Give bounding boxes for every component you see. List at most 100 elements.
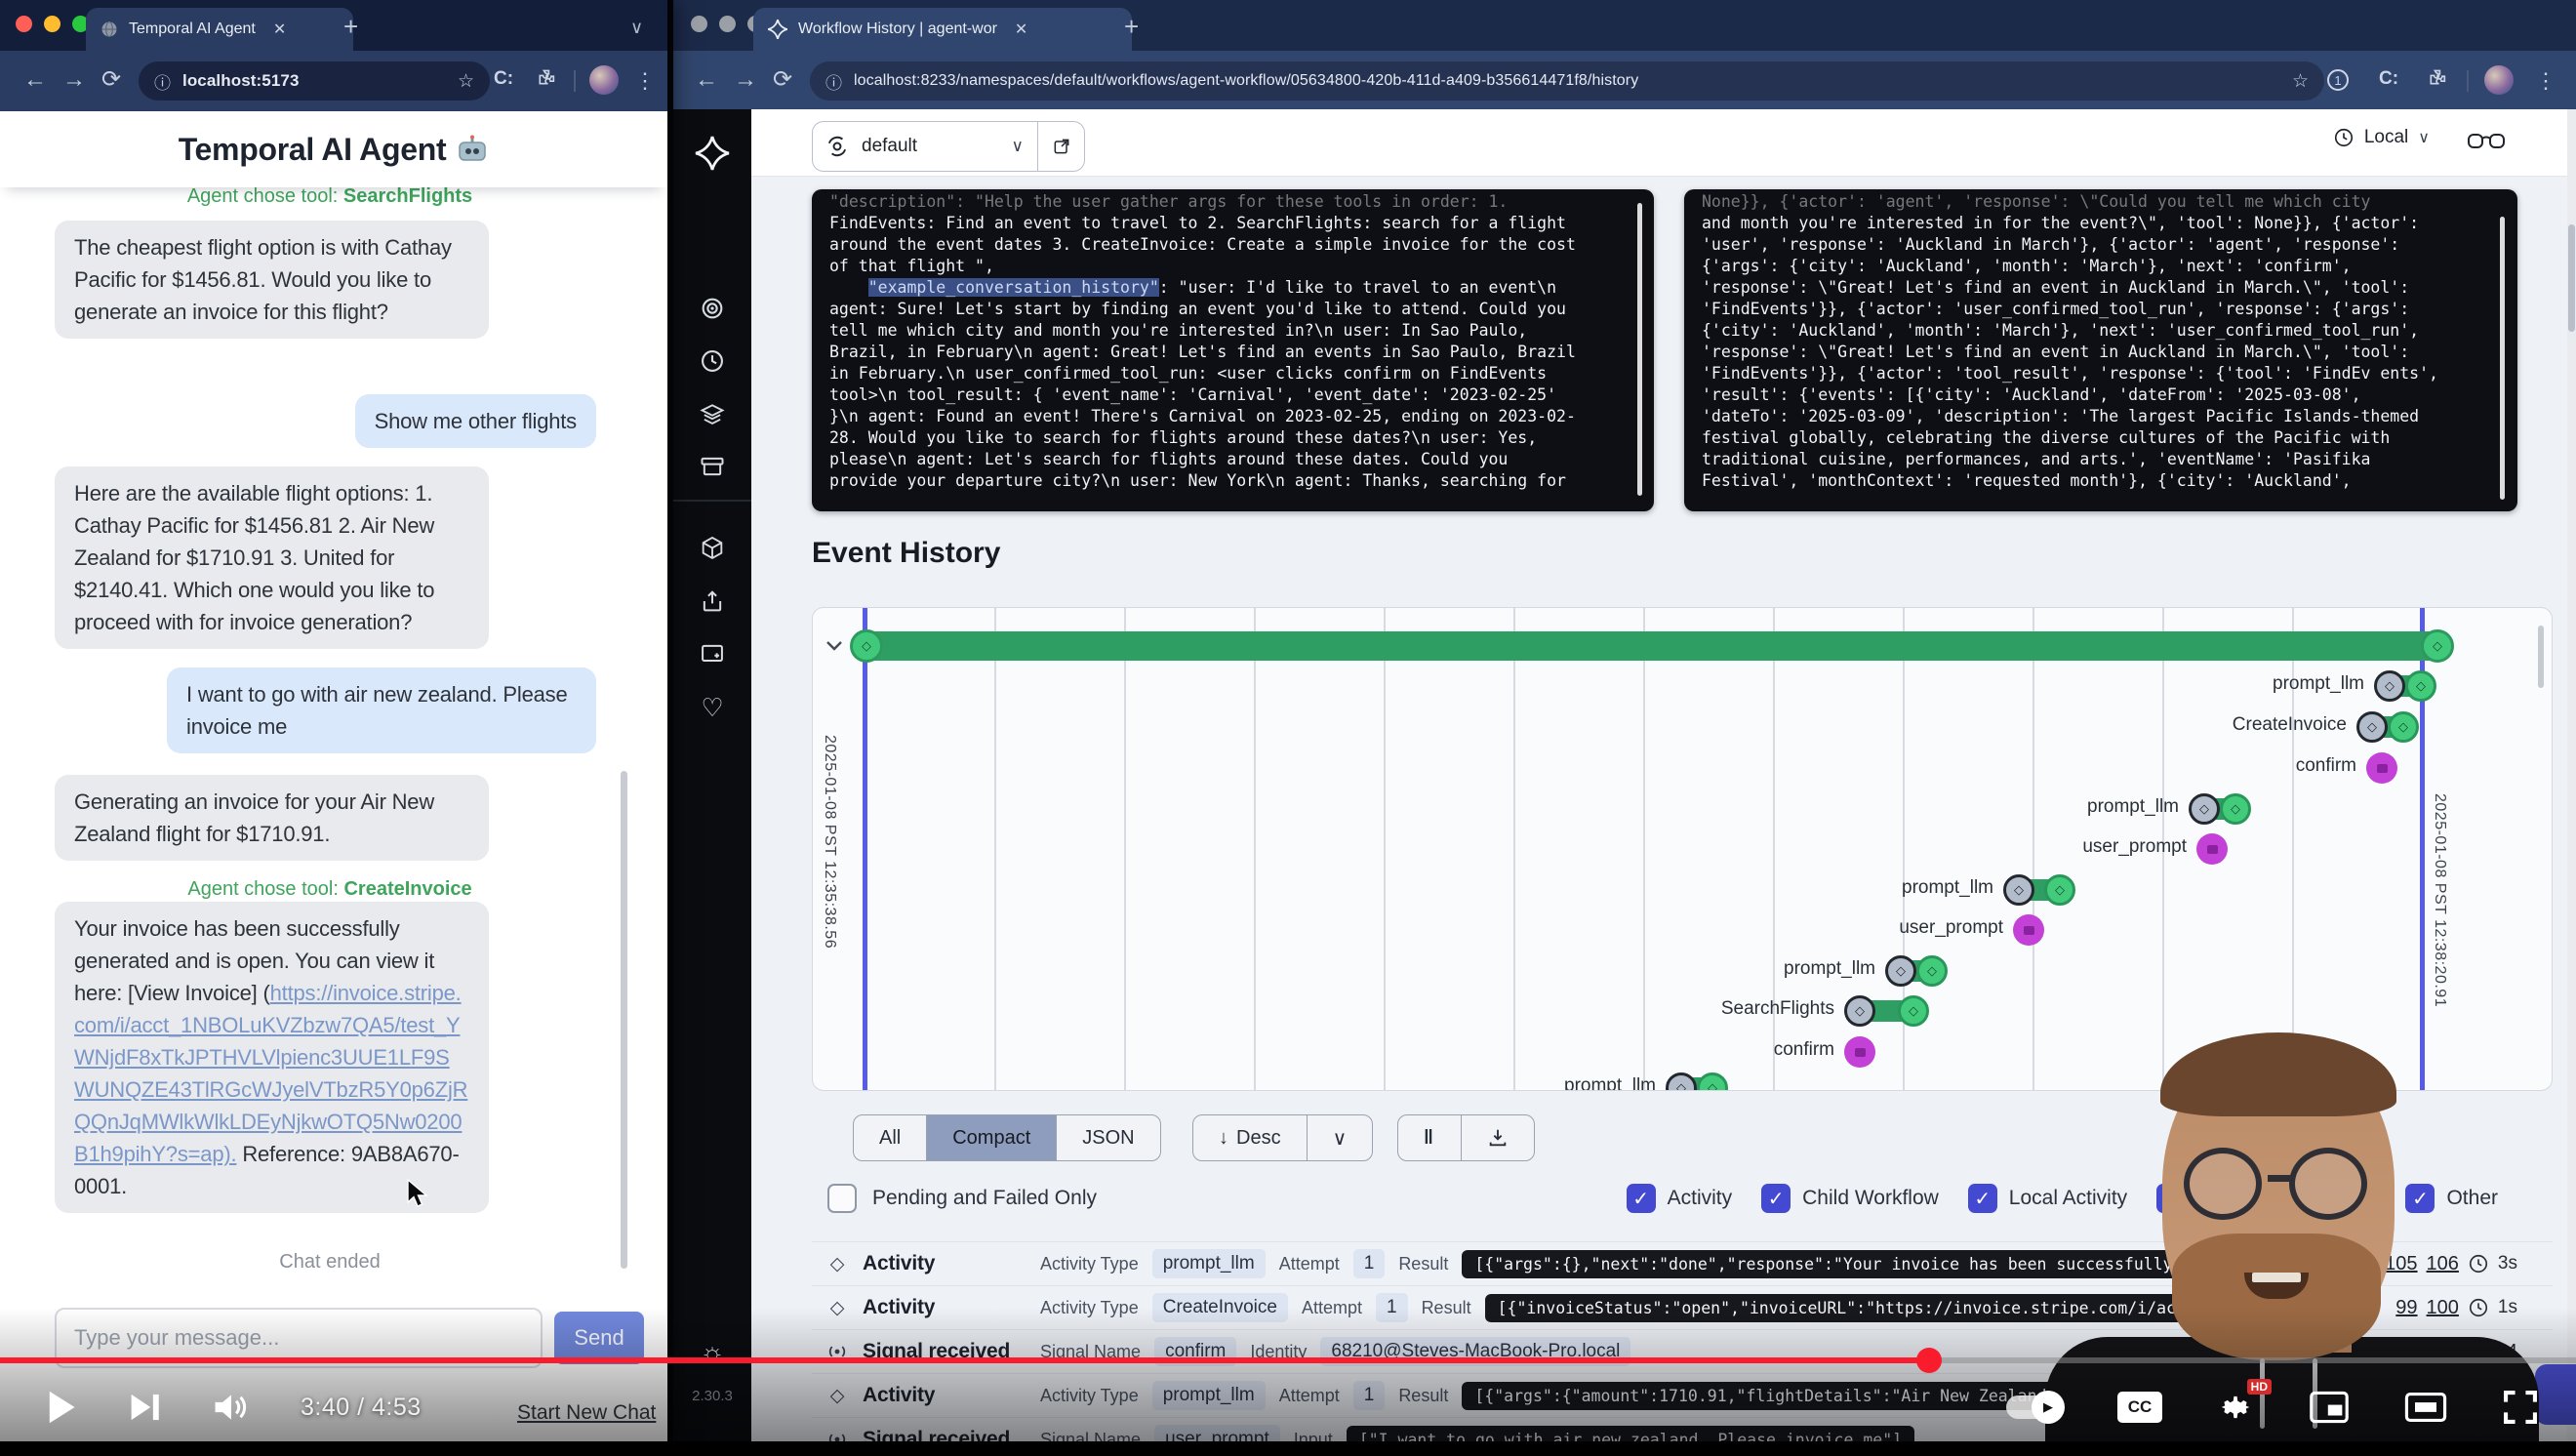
bookmark-star-icon[interactable]: ☆: [2292, 70, 2309, 93]
address-bar[interactable]: ⓘ localhost:8233/namespaces/default/work…: [810, 61, 2324, 101]
checkbox[interactable]: ✓: [1627, 1184, 1656, 1213]
view-compact-button[interactable]: Compact: [927, 1115, 1057, 1160]
extension-c-icon[interactable]: C:: [2379, 68, 2398, 90]
timeline-signal-marker[interactable]: [1844, 1036, 1875, 1068]
close-window-icon[interactable]: [16, 16, 32, 32]
sort-chevron-button[interactable]: ∨: [1308, 1115, 1373, 1160]
sort-desc-button[interactable]: ↓Desc: [1193, 1115, 1308, 1160]
workflow-result-json-panel[interactable]: None}}, {'actor': 'agent', 'response': \…: [1684, 189, 2517, 511]
page-scrollbar[interactable]: [2567, 109, 2576, 1456]
pause-events-button[interactable]: ‖: [1398, 1115, 1462, 1160]
timeline-activity-marker[interactable]: ◇: [1916, 955, 1948, 987]
timeline-activity-marker[interactable]: ◇: [1666, 1072, 1697, 1091]
labs-glasses-icon[interactable]: [2467, 129, 2506, 154]
close-tab-icon[interactable]: ✕: [1015, 20, 1027, 39]
timeline-activity-marker[interactable]: ◇: [2044, 874, 2075, 906]
profile-avatar[interactable]: [589, 65, 619, 95]
site-info-icon[interactable]: ⓘ: [825, 69, 842, 94]
back-icon[interactable]: ←: [695, 66, 718, 94]
volume-icon[interactable]: [213, 1391, 250, 1424]
timeline-activity-marker[interactable]: ◇: [1885, 955, 1916, 987]
reload-icon[interactable]: ⟳: [773, 66, 792, 94]
bookmark-star-icon[interactable]: ☆: [458, 70, 474, 93]
timeline-activity-marker[interactable]: ◇: [1844, 995, 1875, 1027]
extensions-puzzle-icon[interactable]: [537, 68, 558, 90]
new-tab-icon[interactable]: +: [343, 14, 358, 39]
collapse-timeline-icon[interactable]: [823, 633, 846, 657]
workflow-end-marker[interactable]: ◇: [2421, 629, 2454, 663]
fullscreen-icon[interactable]: [2502, 1389, 2539, 1426]
browser-menu-icon[interactable]: ⋮: [634, 68, 656, 94]
next-icon[interactable]: [129, 1391, 162, 1424]
extension-c-icon[interactable]: C:: [494, 68, 513, 90]
timeline-signal-marker[interactable]: [2196, 833, 2228, 865]
view-json-button[interactable]: JSON: [1057, 1115, 1159, 1160]
timeline-signal-marker[interactable]: [2013, 914, 2044, 946]
address-bar[interactable]: ⓘ localhost:5173 ☆: [139, 61, 490, 101]
forward-icon[interactable]: →: [734, 66, 757, 94]
miniplayer-icon[interactable]: [2309, 1391, 2350, 1424]
theme-sun-icon[interactable]: ☼: [673, 1337, 751, 1368]
timeline-scrollbar[interactable]: [2538, 626, 2544, 688]
tab-workflow-history[interactable]: Workflow History | agent-wor ✕: [753, 8, 1132, 51]
filter-child-workflow[interactable]: ✓Child Workflow: [1761, 1184, 1939, 1213]
filter-activity[interactable]: ✓Activity: [1627, 1184, 1733, 1213]
timeline-activity-marker[interactable]: ◇: [2388, 711, 2419, 743]
extensions-puzzle-icon[interactable]: [2428, 68, 2449, 90]
autoplay-toggle[interactable]: ▶: [2006, 1395, 2063, 1419]
close-window-icon[interactable]: [691, 16, 707, 32]
namespaces-cube-icon[interactable]: [673, 535, 751, 562]
minimize-window-icon[interactable]: [719, 16, 736, 32]
start-new-chat-link[interactable]: Start New Chat: [517, 1401, 656, 1425]
reload-icon[interactable]: ⟳: [101, 66, 121, 94]
namespace-selector[interactable]: default ∨: [812, 121, 1085, 172]
browser-menu-icon[interactable]: ⋮: [2535, 68, 2556, 94]
invoice-link[interactable]: https://invoice.stripe.com/i/acct_1NBOLu…: [74, 981, 467, 1166]
profile-avatar[interactable]: [2484, 65, 2514, 95]
timeline-activity-marker[interactable]: ◇: [2220, 793, 2251, 825]
view-all-button[interactable]: All: [854, 1115, 927, 1160]
tab-temporal-ai-agent[interactable]: Temporal AI Agent ✕: [86, 8, 353, 51]
back-icon[interactable]: ←: [23, 66, 47, 94]
code-scrollbar[interactable]: [1637, 203, 1642, 496]
captions-button[interactable]: CC: [2117, 1392, 2162, 1423]
timeline-activity-marker[interactable]: ◇: [2003, 874, 2034, 906]
feedback-heart-icon[interactable]: ♡: [673, 693, 751, 723]
temporal-logo-icon[interactable]: [673, 135, 751, 172]
schedules-clock-icon[interactable]: [673, 347, 751, 375]
page-scrollbar-thumb[interactable]: [2568, 224, 2575, 332]
timeline-activity-marker[interactable]: ◇: [2189, 793, 2220, 825]
timeline-activity-marker[interactable]: ◇: [2356, 711, 2388, 743]
task-queues-layers-icon[interactable]: [673, 400, 751, 427]
theater-mode-icon[interactable]: [2404, 1392, 2447, 1423]
send-button[interactable]: Send: [554, 1312, 644, 1364]
video-scrubber-handle[interactable]: [1916, 1348, 1942, 1373]
pending-failed-filter[interactable]: Pending and Failed Only: [827, 1177, 1097, 1220]
checkbox[interactable]: ✓: [1761, 1184, 1791, 1213]
close-tab-icon[interactable]: ✕: [273, 20, 286, 39]
workflows-eye-icon[interactable]: [673, 295, 751, 322]
video-progress-bar[interactable]: [0, 1357, 2576, 1363]
minimize-window-icon[interactable]: [44, 16, 60, 32]
new-tab-icon[interactable]: +: [1124, 14, 1139, 39]
checkbox[interactable]: ✓: [1968, 1184, 1997, 1213]
timeline-activity-marker[interactable]: ◇: [2374, 670, 2405, 702]
tab-list-chevron-icon[interactable]: ∨: [630, 18, 643, 38]
pending-failed-checkbox[interactable]: [827, 1184, 857, 1213]
timeline-activity-marker[interactable]: ◇: [2405, 670, 2436, 702]
batch-archive-icon[interactable]: [673, 453, 751, 480]
timeline-activity-marker[interactable]: ◇: [1898, 995, 1929, 1027]
download-events-button[interactable]: [1462, 1115, 1534, 1160]
site-info-icon[interactable]: ⓘ: [154, 69, 171, 94]
timezone-selector[interactable]: Local ∨: [2333, 127, 2430, 148]
timeline-activity-marker[interactable]: ◇: [1697, 1072, 1728, 1091]
code-scrollbar[interactable]: [2500, 217, 2505, 500]
workflow-input-json-panel[interactable]: "description": "Help the user gather arg…: [812, 189, 1654, 511]
workflow-start-marker[interactable]: ◇: [850, 629, 883, 663]
scroll-fab-button[interactable]: [2535, 1364, 2576, 1425]
settings-gear-icon[interactable]: HD: [2217, 1389, 2254, 1426]
window-controls[interactable]: [16, 16, 89, 32]
workflow-execution-bar[interactable]: [865, 631, 2438, 661]
play-icon[interactable]: [45, 1389, 78, 1426]
share-upload-icon[interactable]: [673, 587, 751, 615]
